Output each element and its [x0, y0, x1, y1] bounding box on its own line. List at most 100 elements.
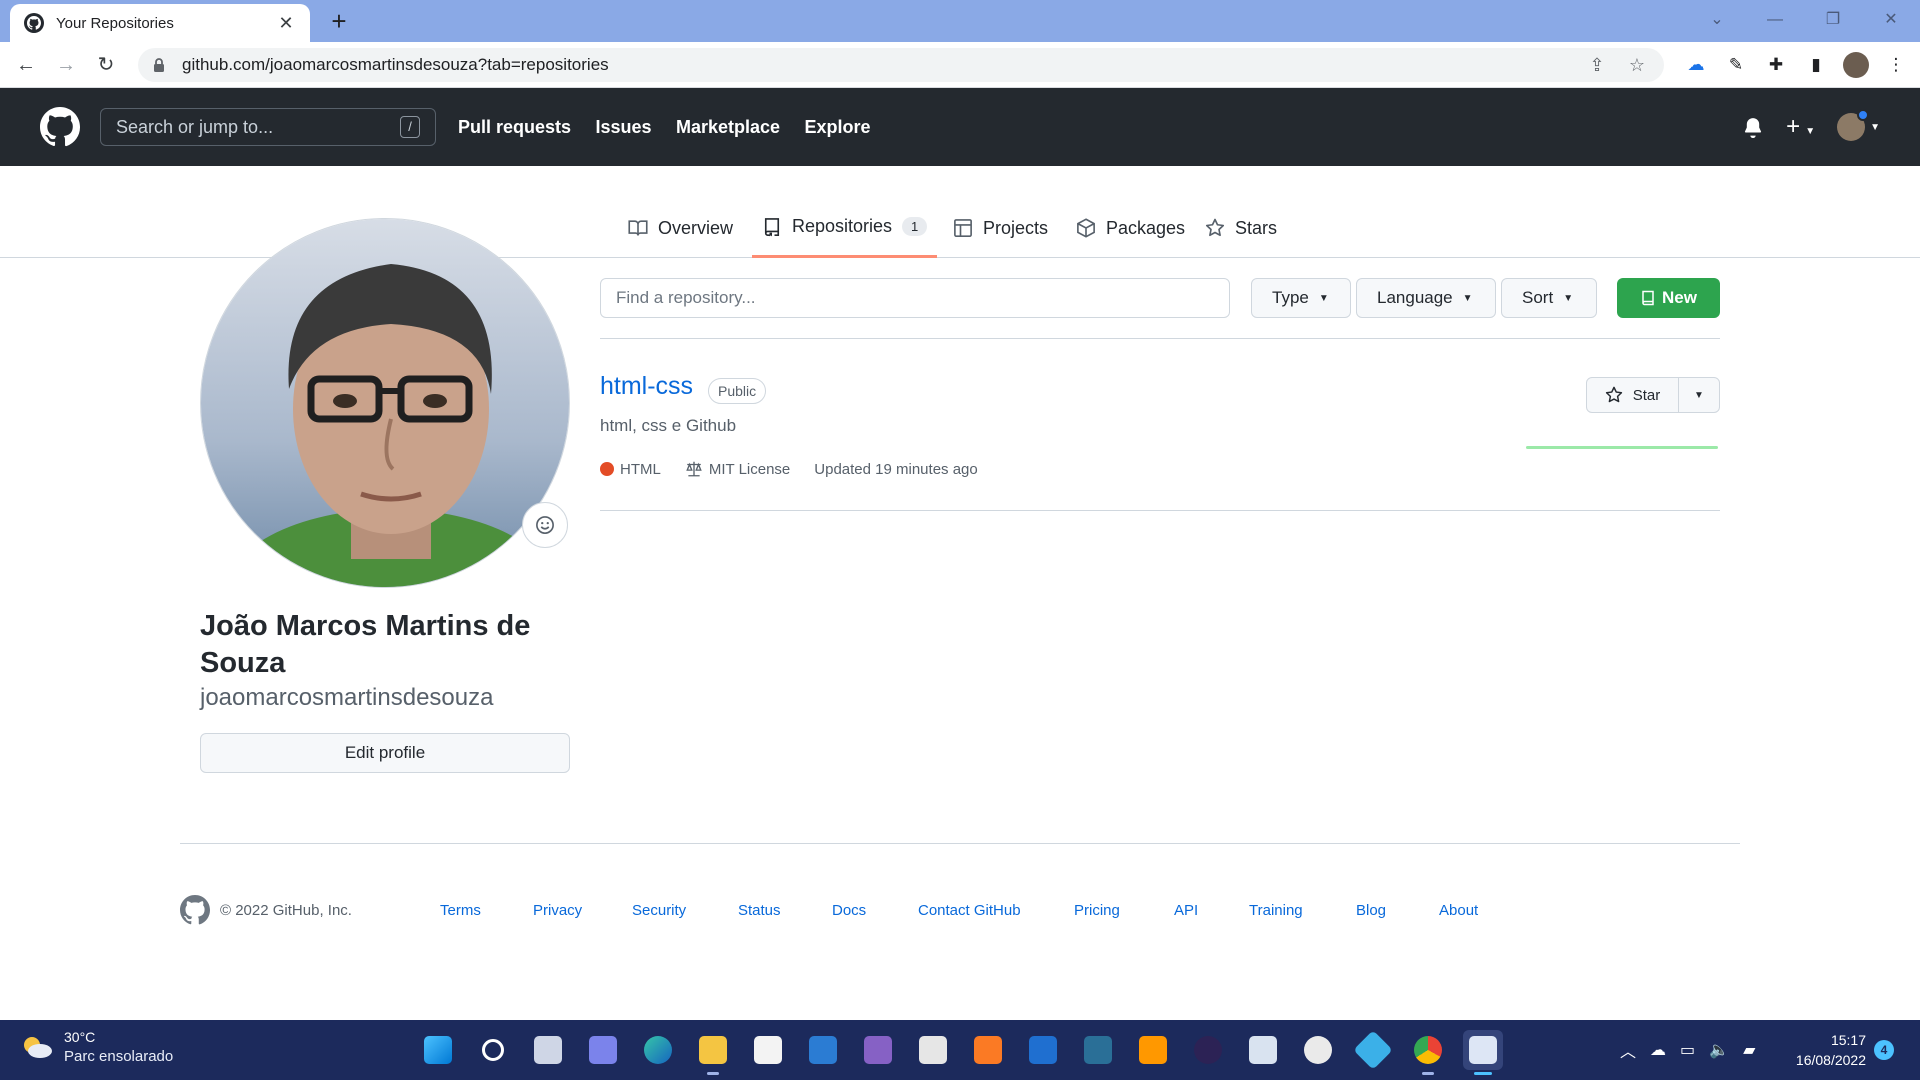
clock[interactable]: 15:17 16/08/2022: [1790, 1030, 1866, 1070]
tab-overview[interactable]: Overview: [628, 198, 733, 258]
close-window-icon[interactable]: ✕: [1862, 0, 1920, 40]
edit-extension-icon[interactable]: ✎: [1716, 50, 1756, 80]
chevron-up-icon[interactable]: ︿: [1620, 1038, 1636, 1062]
eclipse-icon[interactable]: [1188, 1030, 1228, 1070]
new-repository-button[interactable]: New: [1617, 278, 1720, 318]
sort-filter-button[interactable]: Sort ▼: [1501, 278, 1597, 318]
star-list-dropdown-icon[interactable]: ▼: [1679, 378, 1719, 412]
mysql-workbench-icon[interactable]: [1078, 1030, 1118, 1070]
chevron-down-icon[interactable]: ▼: [1870, 122, 1880, 133]
reload-icon[interactable]: ↻: [90, 50, 122, 80]
new-tab-button[interactable]: +: [324, 6, 354, 36]
visual-studio-icon[interactable]: [858, 1030, 898, 1070]
footer-link-blog[interactable]: Blog: [1356, 902, 1386, 919]
browser-menu-icon[interactable]: ⋮: [1876, 50, 1916, 80]
git-icon[interactable]: [1353, 1030, 1393, 1070]
battery-icon[interactable]: ▰: [1743, 1040, 1755, 1060]
snipping-tool-icon[interactable]: [1463, 1030, 1503, 1075]
volume-icon[interactable]: 🔈: [1709, 1040, 1729, 1060]
user-avatar[interactable]: [1837, 109, 1870, 141]
footer-link-terms[interactable]: Terms: [440, 902, 481, 919]
create-new-plus-icon[interactable]: + ▼: [1786, 113, 1815, 141]
footer-link-security[interactable]: Security: [632, 902, 686, 919]
notifications-bell-icon[interactable]: [1742, 116, 1764, 138]
chat-icon[interactable]: [583, 1030, 623, 1070]
start-windows-icon[interactable]: [418, 1030, 458, 1070]
repo-language: HTML: [620, 460, 661, 478]
nav-explore[interactable]: Explore: [805, 117, 871, 137]
footer-link-docs[interactable]: Docs: [832, 902, 866, 919]
back-arrow-icon[interactable]: ←: [10, 50, 42, 80]
chrome-icon[interactable]: [1408, 1030, 1448, 1075]
tab-search-icon[interactable]: ⌄: [1688, 0, 1746, 40]
azure-data-studio-icon[interactable]: [1023, 1030, 1063, 1070]
repo-icon: [764, 217, 780, 236]
edge-browser-icon[interactable]: [638, 1030, 678, 1070]
sort-filter-label: Sort: [1522, 288, 1554, 307]
inkscape-icon[interactable]: [913, 1030, 953, 1070]
search-input[interactable]: Search or jump to... /: [100, 108, 436, 146]
forward-arrow-icon[interactable]: →: [50, 50, 82, 80]
puzzle-extensions-icon[interactable]: ✚: [1756, 50, 1796, 80]
footer-link-contact[interactable]: Contact GitHub: [918, 902, 1021, 919]
profile-avatar[interactable]: [200, 218, 570, 588]
smiley-icon: [536, 516, 554, 534]
github-favicon-icon: [24, 13, 44, 33]
repo-updated: Updated 19 minutes ago: [814, 460, 978, 478]
tab-packages[interactable]: Packages: [1076, 198, 1185, 258]
virtualbox-icon[interactable]: [1243, 1030, 1283, 1070]
share-icon[interactable]: ⇪: [1584, 55, 1610, 76]
tab-projects-label: Projects: [983, 217, 1049, 238]
search-icon[interactable]: [473, 1030, 513, 1070]
find-repository-input[interactable]: Find a repository...: [600, 278, 1230, 318]
task-view-icon[interactable]: [528, 1030, 568, 1070]
notification-badge[interactable]: 4: [1874, 1040, 1894, 1060]
footer-link-api[interactable]: API: [1174, 902, 1198, 919]
mail-icon[interactable]: [803, 1030, 843, 1070]
set-status-smiley-icon[interactable]: [522, 502, 568, 548]
repo-license[interactable]: MIT License: [685, 460, 790, 478]
tab-stars[interactable]: Stars: [1205, 198, 1277, 258]
type-filter-button[interactable]: Type ▼: [1251, 278, 1351, 318]
github-footer-logo-icon[interactable]: [180, 895, 210, 925]
network-icon[interactable]: ▭: [1680, 1040, 1695, 1060]
edit-profile-button[interactable]: Edit profile: [200, 733, 570, 773]
taskbar-apps: [418, 1030, 1518, 1075]
windows-taskbar: 30°C Parc ensolarado ︿ ☁ ▭ 🔈 ▰ 15:17 16/…: [0, 1020, 1920, 1080]
weather-temperature: 30°C: [64, 1029, 96, 1045]
nav-marketplace[interactable]: Marketplace: [676, 117, 780, 137]
xampp-icon[interactable]: [968, 1030, 1008, 1070]
tab-projects[interactable]: Projects: [953, 198, 1048, 258]
restore-icon[interactable]: ❐: [1804, 0, 1862, 40]
repo-meta: HTML MIT License Updated 19 minutes ago: [600, 460, 978, 478]
activity-sparkline: [1526, 446, 1718, 449]
file-explorer-icon[interactable]: [693, 1030, 733, 1075]
omnibox[interactable]: github.com/joaomarcosmartinsdesouza?tab=…: [138, 48, 1664, 82]
side-panel-icon[interactable]: ▮: [1796, 50, 1836, 80]
browser-tab[interactable]: Your Repositories ✕: [10, 4, 310, 42]
repo-license-label: MIT License: [708, 460, 791, 478]
footer-link-status[interactable]: Status: [738, 902, 781, 919]
footer-link-pricing[interactable]: Pricing: [1074, 902, 1120, 919]
microsoft-store-icon[interactable]: [748, 1030, 788, 1070]
minimize-icon[interactable]: —: [1746, 0, 1804, 40]
url-text[interactable]: github.com/joaomarcosmartinsdesouza?tab=…: [182, 55, 1570, 75]
browser-profile-avatar[interactable]: [1843, 52, 1869, 78]
github-logo-icon[interactable]: [40, 107, 80, 147]
nav-pull-requests[interactable]: Pull requests: [458, 117, 571, 137]
footer-link-privacy[interactable]: Privacy: [533, 902, 582, 919]
star-button[interactable]: Star: [1587, 378, 1679, 412]
onedrive-icon[interactable]: ☁: [1650, 1040, 1666, 1060]
sublime-text-icon[interactable]: [1133, 1030, 1173, 1070]
nav-issues[interactable]: Issues: [596, 117, 652, 137]
tab-close-icon[interactable]: ✕: [276, 13, 296, 34]
repo-name-link[interactable]: html-css: [600, 372, 693, 401]
bookmark-star-icon[interactable]: ☆: [1624, 55, 1650, 76]
cloud-extension-icon[interactable]: ☁: [1676, 50, 1716, 80]
footer-link-training[interactable]: Training: [1249, 902, 1303, 919]
weather-widget[interactable]: 30°C Parc ensolarado: [20, 1028, 173, 1066]
settings-gear-icon[interactable]: [1298, 1030, 1338, 1070]
language-filter-button[interactable]: Language ▼: [1356, 278, 1496, 318]
tab-repositories[interactable]: Repositories 1: [752, 198, 938, 258]
footer-link-about[interactable]: About: [1439, 902, 1478, 919]
